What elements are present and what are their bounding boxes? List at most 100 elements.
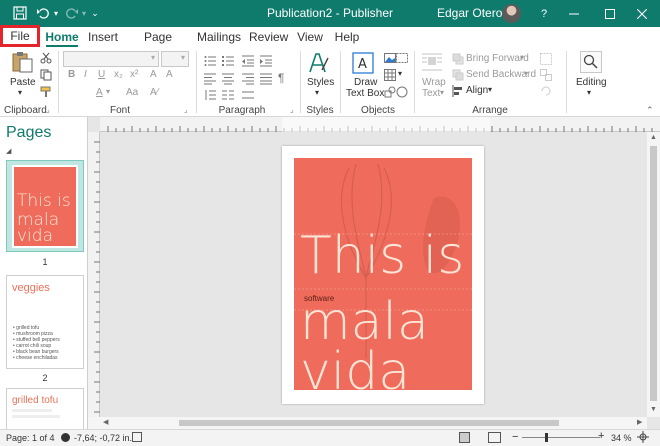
table-dropdown-icon[interactable]: ▾ xyxy=(398,69,402,78)
paste-icon[interactable] xyxy=(10,51,34,73)
copy-icon[interactable] xyxy=(40,69,52,81)
group-icon[interactable] xyxy=(540,53,552,65)
tab-review[interactable]: Review xyxy=(249,27,288,47)
picture-placeholder-icon[interactable] xyxy=(396,52,408,64)
page-thumbnail-3[interactable]: grilled tofu xyxy=(6,388,84,429)
font-size-combo[interactable]: ▾ xyxy=(161,51,189,67)
paste-dropdown-icon[interactable]: ▾ xyxy=(18,88,22,97)
close-icon[interactable] xyxy=(624,0,660,27)
two-page-spread-icon[interactable] xyxy=(488,432,501,443)
cut-icon[interactable] xyxy=(40,52,52,64)
bold-icon[interactable]: B xyxy=(68,69,75,80)
page-indicator[interactable]: Page: 1 of 4 xyxy=(6,433,55,443)
align-left-icon[interactable] xyxy=(204,73,216,85)
fit-page-icon[interactable] xyxy=(637,431,649,443)
align-right-icon[interactable] xyxy=(242,73,254,85)
font-launcher-icon[interactable]: ⌟ xyxy=(184,105,188,114)
horizontal-scroll-thumb[interactable] xyxy=(179,420,559,426)
send-backward-dropdown-icon[interactable]: ▾ xyxy=(524,69,528,78)
poster-background[interactable]: This is software mala vida xyxy=(294,158,472,390)
decrease-indent-icon[interactable] xyxy=(242,55,254,67)
subscript-icon[interactable]: x₂ xyxy=(114,69,123,80)
wrap-text-label-1[interactable]: Wrap xyxy=(422,77,446,88)
draw-text-box-icon[interactable]: A xyxy=(352,52,374,74)
tab-page-design[interactable]: Page Design xyxy=(126,27,190,64)
draw-text-box-label-1[interactable]: Draw xyxy=(354,77,377,88)
tab-home[interactable]: Home xyxy=(44,27,80,47)
styles-icon[interactable] xyxy=(308,52,330,74)
editing-dropdown-icon[interactable]: ▾ xyxy=(587,88,591,97)
tab-file[interactable]: File xyxy=(0,25,40,47)
scroll-right-icon[interactable]: ▶ xyxy=(637,418,642,426)
page-thumbnail-2[interactable]: veggies • grilled tofu • mushroom pizza … xyxy=(6,275,84,369)
page-thumbnail-1[interactable]: This is mala vida xyxy=(6,160,84,252)
shapes-icon[interactable] xyxy=(384,86,396,98)
tab-insert[interactable]: Insert xyxy=(86,27,120,47)
paragraph-launcher-icon[interactable]: ⌟ xyxy=(290,105,294,114)
line-spacing-icon[interactable] xyxy=(204,89,216,101)
paste-button[interactable]: Paste xyxy=(10,77,36,88)
zoom-level[interactable]: 34 % xyxy=(611,433,632,443)
align-button[interactable]: Align xyxy=(466,85,488,96)
paragraph-spacing-icon[interactable] xyxy=(242,89,254,101)
tab-mailings[interactable]: Mailings xyxy=(196,27,242,47)
table-icon[interactable] xyxy=(384,69,396,81)
italic-icon[interactable]: I xyxy=(84,69,87,80)
bring-forward-icon[interactable] xyxy=(452,53,464,65)
user-name[interactable]: Edgar Otero xyxy=(437,6,502,20)
font-name-combo[interactable]: ▾ xyxy=(63,51,159,67)
collapse-pages-icon[interactable]: ◢ xyxy=(6,147,11,155)
align-dropdown-icon[interactable]: ▾ xyxy=(488,85,492,94)
avatar[interactable] xyxy=(502,4,521,23)
bring-forward-dropdown-icon[interactable]: ▾ xyxy=(520,53,524,62)
align-objects-icon[interactable] xyxy=(452,85,464,97)
minimize-icon[interactable] xyxy=(556,0,592,27)
collapse-ribbon-icon[interactable]: ⌃ xyxy=(646,105,654,116)
zoom-out-icon[interactable]: − xyxy=(512,431,518,443)
ungroup-icon[interactable] xyxy=(540,69,552,81)
increase-indent-icon[interactable] xyxy=(260,55,272,67)
grow-font-icon[interactable]: A xyxy=(150,69,157,80)
clipboard-launcher-icon[interactable]: ⌟ xyxy=(46,105,50,114)
maximize-icon[interactable] xyxy=(592,0,628,27)
single-page-view-icon[interactable] xyxy=(459,432,470,443)
styles-dropdown-icon[interactable]: ▾ xyxy=(315,88,319,97)
page-1[interactable]: This is software mala vida xyxy=(282,146,484,404)
scroll-up-icon[interactable]: ▲ xyxy=(650,134,657,141)
superscript-icon[interactable]: x² xyxy=(130,69,138,80)
poster-line-1[interactable]: This is xyxy=(300,230,464,282)
zoom-slider-thumb[interactable] xyxy=(545,433,548,442)
poster-line-3[interactable]: vida xyxy=(300,346,410,390)
wrap-text-label-2[interactable]: Text xyxy=(422,88,440,99)
tab-help[interactable]: Help xyxy=(333,27,361,47)
tab-view[interactable]: View xyxy=(295,27,325,47)
numbering-icon[interactable] xyxy=(222,55,234,67)
horizontal-scrollbar[interactable]: ◀ ▶ xyxy=(101,417,647,429)
wrap-text-icon[interactable] xyxy=(422,52,442,72)
scroll-left-icon[interactable]: ◀ xyxy=(103,418,108,426)
justify-icon[interactable] xyxy=(260,73,272,85)
paragraph-marks-icon[interactable]: ¶ xyxy=(278,71,284,85)
bullets-icon[interactable] xyxy=(204,55,216,67)
align-center-icon[interactable] xyxy=(222,73,234,85)
character-spacing-icon[interactable]: Aa xyxy=(126,87,138,98)
draw-text-box-label-2[interactable]: Text Box xyxy=(346,88,384,99)
vertical-scrollbar[interactable]: ▲ ▼ xyxy=(647,132,660,417)
building-blocks-icon[interactable] xyxy=(396,86,408,98)
clear-formatting-icon[interactable]: A⁄ xyxy=(150,87,158,98)
vertical-ruler[interactable] xyxy=(88,132,100,417)
scroll-down-icon[interactable]: ▼ xyxy=(650,406,657,413)
columns-icon[interactable] xyxy=(222,89,234,101)
wrap-text-dropdown-icon[interactable]: ▾ xyxy=(440,88,444,97)
page-canvas[interactable]: This is software mala vida xyxy=(101,132,647,417)
horizontal-ruler[interactable] xyxy=(100,117,660,132)
underline-icon[interactable]: U xyxy=(98,69,105,80)
rotate-icon[interactable] xyxy=(540,85,552,97)
send-backward-icon[interactable] xyxy=(452,69,464,81)
format-painter-icon[interactable] xyxy=(40,86,52,98)
poster-line-2[interactable]: mala xyxy=(300,296,429,348)
zoom-in-icon[interactable]: + xyxy=(598,430,604,442)
font-color-icon[interactable]: A xyxy=(96,87,103,98)
shrink-font-icon[interactable]: A xyxy=(166,69,173,80)
font-color-dropdown-icon[interactable]: ▾ xyxy=(106,87,110,96)
